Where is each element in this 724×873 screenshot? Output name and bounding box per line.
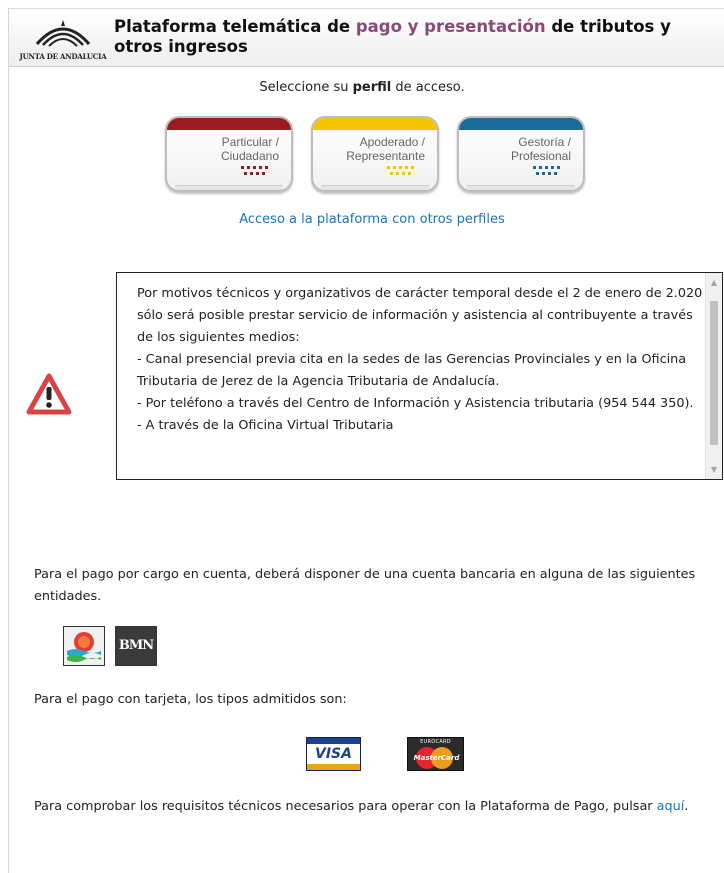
notice-box[interactable]: Por motivos técnicos y organizativos de … [116,272,723,480]
warning-triangle-icon [26,372,72,416]
bmn-logo: BMN [115,626,157,666]
scroll-up-icon[interactable]: ▲ [706,275,722,290]
logo-text: JUNTA DE ANDALUCIA [19,52,107,61]
notice-text: Por motivos técnicos y organizativos de … [137,286,703,433]
profile-particular-button[interactable]: Particular / Ciudadano [165,116,293,192]
header: JUNTA DE ANDALUCIA Plataforma telemática… [9,9,724,67]
bank-sun-logo-icon [63,626,105,666]
profile-buttons: Particular / Ciudadano Apoderado / Repre… [0,116,724,196]
scroll-thumb[interactable] [710,301,718,445]
visa-logo: VISA [306,737,361,771]
select-profile-text: Seleccione su perfil de acceso. [259,80,465,95]
page-title: Plataforma telemática de pago y presenta… [114,17,671,56]
scroll-down-icon[interactable]: ▼ [706,462,722,477]
card-types-text: Para el pago con tarjeta, los tipos admi… [34,692,347,707]
profile-apoderado-button[interactable]: Apoderado / Representante [311,116,439,192]
junta-logo: JUNTA DE ANDALUCIA [19,12,107,66]
dots-icon [533,166,563,178]
arch-logo-icon [35,20,91,47]
profile-gestoria-button[interactable]: Gestoría / Profesional [457,116,585,192]
dots-icon [241,166,271,178]
notice-scrollbar[interactable]: ▲ ▼ [705,273,722,479]
dots-icon [387,166,417,178]
requirements-text: Para comprobar los requisitos técnicos n… [34,799,689,814]
requirements-link[interactable]: aquí [657,799,685,814]
mastercard-logo: EUROCARD MasterCard [407,737,464,771]
other-profiles-link[interactable]: Acceso a la plataforma con otros perfile… [0,212,724,227]
bank-account-text: Para el pago por cargo en cuenta, deberá… [34,567,696,604]
